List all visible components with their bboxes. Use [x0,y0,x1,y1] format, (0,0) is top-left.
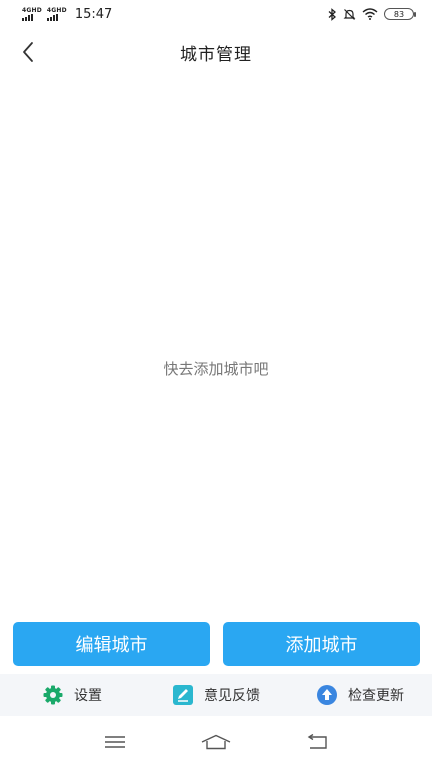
status-left: 4GHD 4GHD 15:47 [22,7,112,22]
menu-button[interactable] [95,727,135,757]
title-bar: 城市管理 [0,28,432,76]
back-button[interactable] [14,38,42,66]
empty-state-hint: 快去添加城市吧 [163,360,269,378]
back-nav-button[interactable] [297,727,337,757]
home-button[interactable] [196,727,236,757]
bluetooth-icon [328,7,336,21]
edit-icon [173,685,193,705]
wifi-icon [362,8,378,20]
battery-level: 83 [393,9,405,19]
page-title: 城市管理 [180,44,252,65]
signal-bars-icon [22,13,33,21]
add-city-button[interactable]: 添加城市 [223,622,420,666]
status-right: 83 [327,7,416,21]
status-bar: 4GHD 4GHD 15:47 83 [0,0,432,28]
signal-1: 4GHD [22,7,42,21]
gear-icon [43,685,63,705]
nav-label-check-update: 检查更新 [348,688,404,704]
nav-item-settings[interactable]: 设置 [0,684,144,706]
home-icon [201,734,231,750]
return-icon [307,734,328,749]
upload-icon [317,685,337,705]
bottom-nav: 设置 意见反馈 检查更新 [0,674,432,716]
mute-bell-icon [343,8,356,20]
status-time: 15:47 [74,6,113,22]
menu-icon [104,736,125,748]
action-buttons: 编辑城市 添加城市 [0,622,432,666]
nav-label-feedback: 意见反馈 [204,688,260,704]
battery-icon: 83 [384,8,416,20]
nav-item-check-update[interactable]: 检查更新 [288,684,432,706]
nav-item-feedback[interactable]: 意见反馈 [144,684,288,706]
edit-city-button[interactable]: 编辑城市 [13,622,210,666]
signal-2: 4GHD [46,7,67,21]
signal-bars-icon [46,13,58,21]
chevron-left-icon [23,42,33,62]
system-nav-bar [0,716,432,768]
nav-label-settings: 设置 [74,688,102,704]
